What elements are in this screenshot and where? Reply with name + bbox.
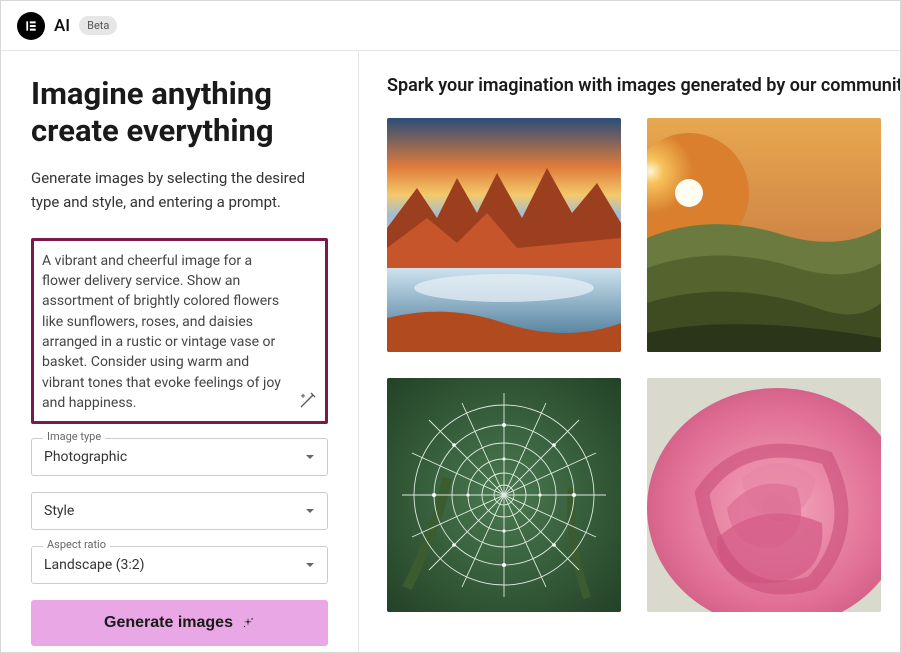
title-line-2: create everything [31,112,274,149]
image-type-value: Photographic [44,449,127,465]
style-select[interactable]: Style [31,492,328,530]
chevron-down-icon [305,560,315,570]
sparkle-icon [241,616,255,630]
logo-icon [17,12,45,40]
image-type-select[interactable]: Photographic [31,438,328,476]
chevron-down-icon [305,452,315,462]
aspect-ratio-value: Landscape (3:2) [44,557,145,573]
brand-label: AI [54,16,70,36]
prompt-container [31,238,328,424]
generate-button[interactable]: Generate images [31,600,328,646]
aspect-ratio-select[interactable]: Landscape (3:2) [31,546,328,584]
page-title: Imagine anything create everything [31,75,328,149]
aspect-ratio-label: Aspect ratio [43,538,110,551]
app-header: AI Beta [1,1,900,51]
gallery-thumb[interactable] [387,118,621,352]
enhance-prompt-button[interactable] [297,389,319,411]
chevron-down-icon [305,506,315,516]
page-subtitle: Generate images by selecting the desired… [31,167,328,214]
image-type-label: Image type [43,430,105,443]
aspect-ratio-field: Aspect ratio Landscape (3:2) [31,546,328,584]
gallery-grid [387,118,900,612]
gallery-thumb[interactable] [647,378,881,612]
style-value: Style [44,503,74,519]
sidebar: Imagine anything create everything Gener… [1,51,359,652]
image-type-field: Image type Photographic [31,438,328,476]
generate-label: Generate images [104,614,233,632]
main-panel: Spark your imagination with images gener… [359,51,900,652]
style-field: Style [31,492,328,530]
beta-badge: Beta [79,16,117,35]
gallery-thumb[interactable] [387,378,621,612]
title-line-1: Imagine anything [31,75,272,112]
gallery-thumb[interactable] [647,118,881,352]
gallery-heading: Spark your imagination with images gener… [387,75,900,96]
prompt-input[interactable] [40,247,291,415]
wand-icon [298,390,318,410]
